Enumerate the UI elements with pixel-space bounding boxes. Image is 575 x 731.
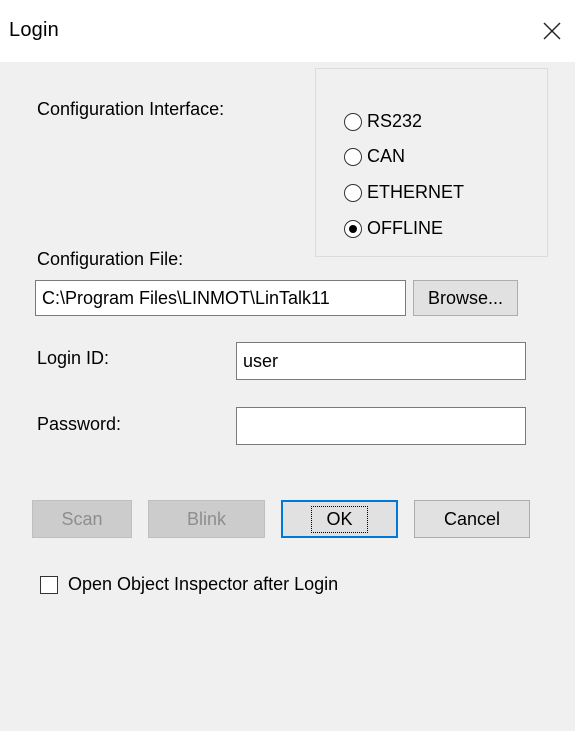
cancel-button[interactable]: Cancel	[414, 500, 530, 538]
config-file-label: Configuration File:	[37, 249, 184, 269]
blink-button[interactable]: Blink	[148, 500, 265, 538]
radio-circle[interactable]	[344, 112, 362, 131]
radio-ethernet[interactable]: ETHERNET	[344, 182, 464, 203]
radio-can[interactable]: CAN	[344, 146, 405, 167]
open-inspector-checkbox[interactable]: Open Object Inspector after Login	[40, 574, 338, 595]
config-interface-label: Configuration Interface:	[37, 99, 225, 119]
scan-button-label: Scan	[61, 508, 103, 529]
login-id-value: user	[243, 350, 279, 371]
config-file-field[interactable]: C:\Program Files\LINMOT\LinTalk11	[35, 280, 406, 316]
radio-label-rs232: RS232	[367, 111, 423, 131]
login-dialog: Login Configuration Interface: RS232 CAN…	[0, 0, 575, 731]
ok-button[interactable]: OK	[281, 500, 398, 538]
scan-button[interactable]: Scan	[32, 500, 132, 538]
login-id-label: Login ID:	[37, 348, 110, 368]
close-icon	[543, 22, 561, 40]
login-id-field[interactable]: user	[236, 342, 526, 380]
blink-button-label: Blink	[186, 508, 226, 529]
password-label: Password:	[37, 414, 122, 434]
radio-offline[interactable]: OFFLINE	[344, 218, 443, 239]
close-button[interactable]	[529, 8, 575, 54]
checkbox-box[interactable]	[40, 575, 58, 594]
radio-label-offline: OFFLINE	[367, 218, 444, 238]
browse-button[interactable]: Browse...	[413, 280, 518, 316]
browse-button-label: Browse...	[427, 287, 504, 308]
radio-label-can: CAN	[367, 146, 406, 166]
window-title: Login	[9, 19, 59, 41]
title-bar[interactable]: Login	[0, 0, 575, 62]
open-inspector-label: Open Object Inspector after Login	[68, 574, 339, 594]
cancel-button-label: Cancel	[443, 508, 501, 529]
radio-rs232[interactable]: RS232	[344, 111, 422, 132]
radio-label-ethernet: ETHERNET	[367, 182, 465, 202]
radio-circle-selected[interactable]	[344, 219, 362, 238]
radio-circle[interactable]	[344, 147, 362, 166]
password-field[interactable]	[236, 407, 526, 445]
ok-button-label: OK	[311, 505, 368, 533]
config-file-value: C:\Program Files\LINMOT\LinTalk11	[42, 287, 330, 308]
radio-circle[interactable]	[344, 183, 362, 202]
